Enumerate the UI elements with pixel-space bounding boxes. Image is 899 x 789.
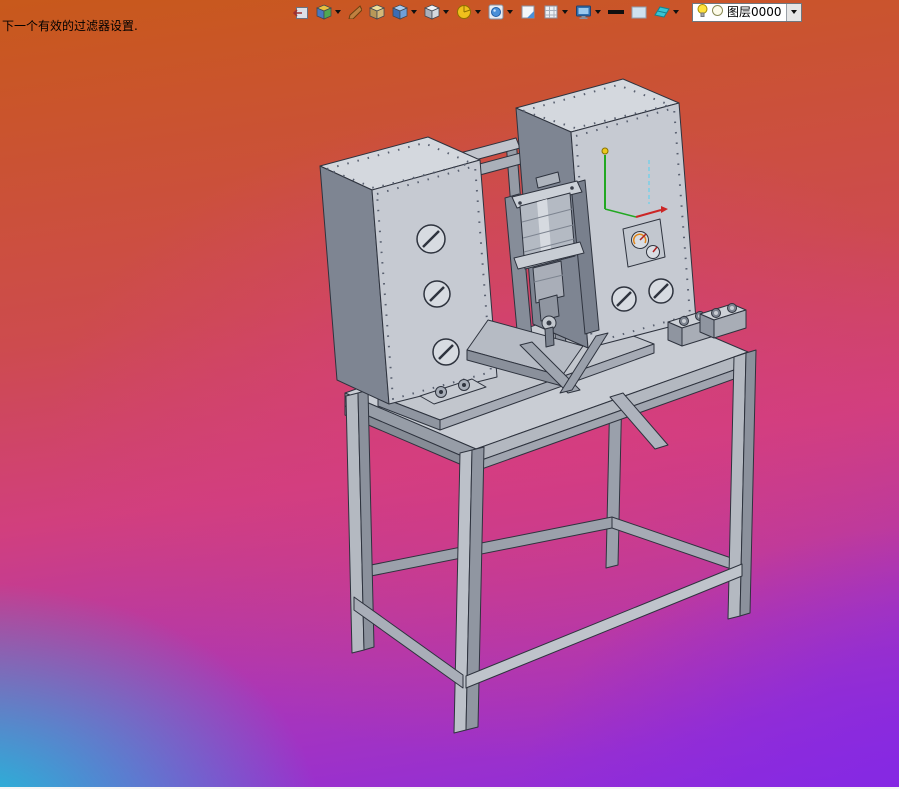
caret-down-icon[interactable] [411,10,417,14]
view-cube-icon[interactable] [316,2,341,22]
layer-name: 图层0000 [727,4,782,19]
line-width-icon[interactable] [608,2,624,22]
lightbulb-icon[interactable] [695,3,710,22]
caret-down-icon[interactable] [673,10,679,14]
plane-icon[interactable] [520,2,536,22]
caret-down-icon[interactable] [335,10,341,14]
3d-viewport[interactable] [0,0,899,789]
toolbar: 图层0000 [292,1,802,23]
surface-icon[interactable] [654,2,679,22]
tan-box-icon[interactable] [369,2,385,22]
machine-3d-model [319,78,757,734]
exit-icon[interactable] [292,2,309,22]
caret-down-icon [790,10,797,14]
caret-down-icon[interactable] [443,10,449,14]
cad-workspace: 下一个有效的过滤器设置. 图层0000 [0,0,899,789]
zoom-lens-icon[interactable] [488,2,513,22]
monitor-icon[interactable] [575,2,601,22]
sphere-icon[interactable] [456,2,481,22]
stand-stretchers [353,563,743,689]
layer-combo[interactable]: 图层0000 [692,2,802,22]
dart-icon[interactable] [348,2,362,22]
status-prompt: 下一个有效的过滤器设置. [2,19,138,33]
caret-down-icon[interactable] [475,10,481,14]
gray-cube-icon[interactable] [424,2,449,22]
grid-icon[interactable] [543,2,568,22]
color-swatch-icon[interactable] [631,2,647,22]
caret-down-icon[interactable] [562,10,568,14]
layer-color-icon[interactable] [710,3,725,22]
blue-cube-icon[interactable] [392,2,417,22]
layer-dropdown-button[interactable] [785,3,801,21]
left-cabinet [319,136,498,405]
caret-down-icon[interactable] [507,10,513,14]
caret-down-icon[interactable] [595,10,601,14]
